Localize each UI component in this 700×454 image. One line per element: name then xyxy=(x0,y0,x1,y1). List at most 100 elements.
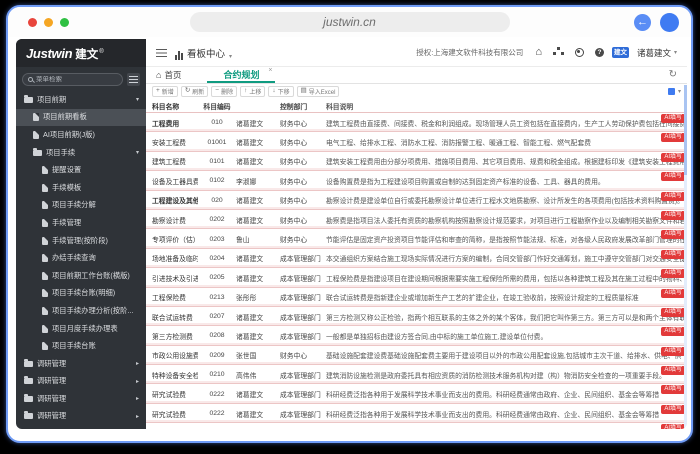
sidebar-item[interactable]: 调研管理 ▸ xyxy=(16,373,146,391)
cell-subject-name: 工程建设及其他费用 xyxy=(146,195,198,205)
toolbar-button[interactable]: ↓ 下移 xyxy=(268,86,293,97)
tab-home[interactable]: ⌂ 首页 xyxy=(156,69,181,81)
toolbar-view-dropdown[interactable]: ▾ xyxy=(668,88,681,95)
ai-fill-button[interactable]: AI填写 xyxy=(661,385,685,394)
close-window-button[interactable] xyxy=(28,18,37,27)
table-row[interactable]: 安装工程费 01001 诸葛建文 财务中心 电气工程、给排水工程、消防水工程、消… xyxy=(146,132,687,151)
toolbar-button[interactable]: ▤ 导入Excel xyxy=(297,86,340,97)
cell-subject-code: 01001 xyxy=(198,139,236,146)
menu-search-box[interactable] xyxy=(22,73,123,86)
table-row[interactable]: 专项评价（估）费 0203 鲁山 财务中心 节能评估是固定资产投资项目节能评估和… xyxy=(146,229,687,248)
sidebar-item[interactable]: 项目前期 ▾ xyxy=(16,91,146,109)
caret-icon: ▾ xyxy=(133,96,139,103)
close-icon[interactable]: × xyxy=(268,67,272,75)
toolbar-button[interactable]: + 新增 xyxy=(152,86,178,97)
sidebar-item[interactable]: 手续管理 xyxy=(16,214,146,232)
cell-control-dept: 成本管理部门 xyxy=(280,409,326,419)
sidebar-item[interactable]: 项目手续 ▾ xyxy=(16,144,146,162)
table-header: 科目名称 科目编码 控制部门 科目说明 xyxy=(146,98,687,113)
logo-cjk: 建文 xyxy=(75,46,98,62)
ai-fill-button[interactable]: AI填写 xyxy=(661,172,685,181)
ai-fill-button[interactable]: AI填写 xyxy=(661,424,685,429)
toolbar-button[interactable]: ↻ 刷新 xyxy=(181,86,208,97)
caret-icon: ▸ xyxy=(133,395,139,402)
cell-subject-code: 0209 xyxy=(198,352,236,359)
table-row[interactable]: 设备及工器具费 0102 李淑娜 财务中心 设备购置费是指为工程建设项目购置或自… xyxy=(146,171,687,190)
user-menu[interactable]: 诸葛建文 ▾ xyxy=(637,47,677,59)
cell-subject-name: 安装工程费 xyxy=(146,137,198,147)
ai-fill-button[interactable]: AI填写 xyxy=(661,269,685,278)
sidebar-item[interactable]: 提醒设置 xyxy=(16,161,146,179)
ai-fill-button[interactable]: AI填写 xyxy=(661,211,685,220)
hamburger-icon[interactable] xyxy=(156,49,167,57)
ai-fill-button[interactable]: AI填写 xyxy=(661,405,685,414)
sidebar-item[interactable]: 调研管理 ▸ xyxy=(16,390,146,408)
table-row[interactable]: 联合试运转费 0207 诸葛建文 成本管理部门 第三方检测又称公正检验，指两个相… xyxy=(146,307,687,326)
table-row[interactable]: 第三方检测费 0208 诸葛建文 成本管理部门 一般都是单独招标由建设方签合同,… xyxy=(146,326,687,345)
sidebar-item[interactable]: 项目手续分解 xyxy=(16,197,146,215)
ai-fill-button[interactable]: AI填写 xyxy=(661,192,685,201)
sidebar-item[interactable]: 项目手续台账 xyxy=(16,337,146,355)
ai-fill-button[interactable]: AI填写 xyxy=(661,347,685,356)
sidebar-item[interactable]: 项目月度手续办理表 xyxy=(16,320,146,338)
toolbar-button[interactable]: ↑ 上移 xyxy=(240,86,265,97)
table-row[interactable]: 研究试验费 0222 诸葛建文 成本管理部门 科研经费泛指各种用于发展科学技术事… xyxy=(146,384,687,403)
ai-fill-button[interactable]: AI填写 xyxy=(661,153,685,162)
kanban-center-dropdown[interactable]: 看板中心 ▾ xyxy=(175,46,232,60)
refresh-icon[interactable]: ↻ xyxy=(669,70,677,80)
ai-fill-button[interactable]: AI填写 xyxy=(661,327,685,336)
cell-subject-name: 勘察设计费 xyxy=(146,215,198,225)
list-icon xyxy=(129,76,138,83)
file-icon xyxy=(42,219,48,227)
toolbar-button[interactable]: − 删除 xyxy=(211,86,237,97)
menu-search-input[interactable] xyxy=(36,76,117,83)
table-row[interactable]: 专利及专有技术使用费 0223 诸葛建文 成本管理部门 1) 国外设计及技术资料… xyxy=(146,423,687,429)
sidebar-item[interactable]: 项目前期工作台账(横版) xyxy=(16,267,146,285)
help-icon[interactable]: ? xyxy=(595,48,604,57)
sidebar-item[interactable]: 手续模板 xyxy=(16,179,146,197)
tab-bar: ⌂ 首页 合约规划 × ↻ xyxy=(146,67,687,84)
sidebar-item[interactable]: 项目手续台账(明细) xyxy=(16,285,146,303)
table-row[interactable]: 勘察设计费 0202 诸葛建文 财务中心 勘察费是指项目法人委托有资质的勘察机构… xyxy=(146,210,687,229)
org-chart-icon[interactable] xyxy=(557,47,560,50)
ai-fill-button[interactable]: AI填写 xyxy=(661,114,685,123)
table-row[interactable]: 建筑工程费 0101 诸葛建文 财务中心 建筑安装工程费用由分部分项费用、措施项… xyxy=(146,152,687,171)
sidebar-item[interactable]: AI项目前期(J版) xyxy=(16,126,146,144)
sidebar-item[interactable]: 项目前期看板 xyxy=(16,109,146,127)
table-row[interactable]: 场地准备及临时设施费 0204 诸葛建文 成本管理部门 本交通组织方案结合施工现… xyxy=(146,249,687,268)
sidebar-item[interactable]: 调研管理 ▸ xyxy=(16,408,146,426)
cell-owner: 诸葛建文 xyxy=(236,389,280,399)
file-icon xyxy=(42,307,48,315)
ai-fill-button[interactable]: AI填写 xyxy=(661,366,685,375)
sidebar-item[interactable]: 手续管理(按阶段) xyxy=(16,232,146,250)
ai-fill-button[interactable]: AI填写 xyxy=(661,250,685,259)
menu-list-toggle-button[interactable] xyxy=(127,73,140,86)
user-name: 诸葛建文 xyxy=(637,47,671,59)
table-row[interactable]: 工程费用 010 诸葛建文 财务中心 建筑工程费由直接费、间接费、税金和利润组成… xyxy=(146,113,687,132)
table-row[interactable]: 特种设备安全检验费 0210 高伟伟 成本管理部门 建筑消防设施检测是政府委托具… xyxy=(146,365,687,384)
ai-fill-button[interactable]: AI填写 xyxy=(661,230,685,239)
tab-contract-planning[interactable]: 合约规划 × xyxy=(207,67,275,83)
cell-subject-code: 0203 xyxy=(198,236,236,243)
sidebar-item[interactable]: 办结手续查询 xyxy=(16,249,146,267)
table-row[interactable]: 市政公用设施费 0209 张世国 财务中心 基础设施配套建设费基础设施配套费主要… xyxy=(146,346,687,365)
minimize-window-button[interactable] xyxy=(44,18,53,27)
ai-fill-button[interactable]: AI填写 xyxy=(661,133,685,142)
vertical-scrollbar[interactable] xyxy=(684,85,687,429)
ai-fill-button[interactable]: AI填写 xyxy=(661,308,685,317)
sidebar-item[interactable]: 调研管理 ▸ xyxy=(16,355,146,373)
table-row[interactable]: 研究试验费 0222 诸葛建文 成本管理部门 科研经费泛指各种用于发展科学技术事… xyxy=(146,404,687,423)
table-row[interactable]: 工程建设及其他费用 020 诸葛建文 财务中心 勘察设计费是建设单位自行或委托勘… xyxy=(146,191,687,210)
cell-description: 基础设施配套建设费基础设施配套费主要用于建设项目以外的市政公用配套设施,包括城市… xyxy=(326,350,687,360)
account-button[interactable] xyxy=(660,13,679,32)
ai-fill-button[interactable]: AI填写 xyxy=(661,289,685,298)
phone-icon[interactable] xyxy=(575,48,584,57)
maximize-window-button[interactable] xyxy=(60,18,69,27)
sidebar-item[interactable]: 项目手续办理分析(按阶... xyxy=(16,302,146,320)
home-icon[interactable]: ⌂ xyxy=(535,47,542,58)
address-bar[interactable]: justwin.cn xyxy=(190,12,510,32)
cell-description: 建筑消防设施检测是政府委托具有相应资质的消防检测技术服务机构对建（构）物消防安全… xyxy=(326,370,687,380)
table-row[interactable]: 引进技术及引进设备费 0205 诸葛建文 成本管理部门 工程保险费是指建设项目在… xyxy=(146,268,687,287)
back-button[interactable]: ← xyxy=(634,14,651,31)
table-row[interactable]: 工程保险费 0213 张彤彤 成本管理部门 联合试运转费是指新建企业或增加新生产… xyxy=(146,288,687,307)
